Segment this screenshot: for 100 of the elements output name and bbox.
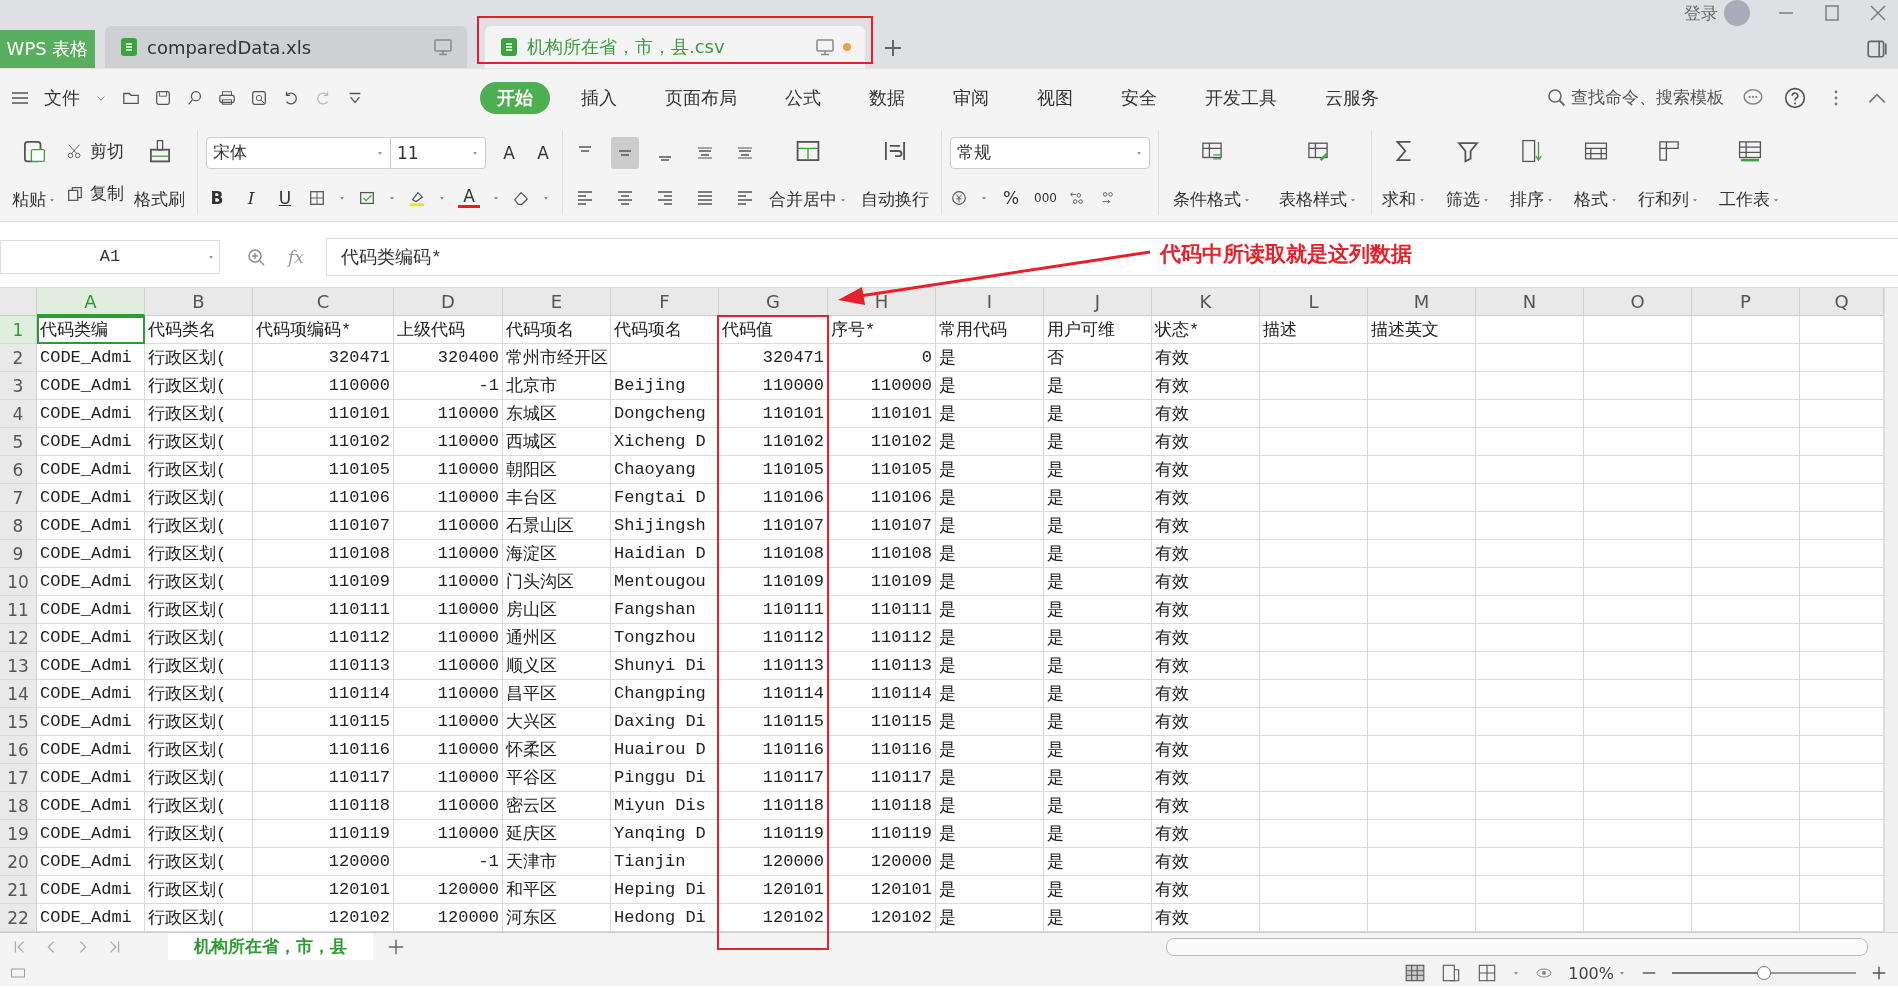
scrollbar[interactable] xyxy=(1166,937,1868,956)
plus-icon[interactable] xyxy=(883,38,903,58)
column-header[interactable]: G xyxy=(719,288,828,316)
sidebar-icon[interactable] xyxy=(1866,38,1888,60)
row-header[interactable]: 21 xyxy=(0,876,37,904)
column-header[interactable]: O xyxy=(1584,288,1692,316)
italic-button[interactable]: I xyxy=(240,188,262,209)
column-header[interactable]: E xyxy=(503,288,611,316)
sheet-tab[interactable]: 机构所在省，市，县 xyxy=(168,933,373,960)
ribbon-tab[interactable]: 审阅 xyxy=(936,81,1006,114)
ribbon-button[interactable]: 表格样式 xyxy=(1275,130,1361,215)
column-header[interactable]: C xyxy=(253,288,394,316)
login-link[interactable]: 登录 xyxy=(1684,1,1718,25)
file-menu[interactable]: 文件 xyxy=(44,85,80,110)
row-header[interactable]: 11 xyxy=(0,596,37,624)
row-header[interactable]: 16 xyxy=(0,736,37,764)
column-header[interactable]: K xyxy=(1152,288,1260,316)
row-header[interactable]: 2 xyxy=(0,344,37,372)
document-tab[interactable]: comparedData.xls xyxy=(105,26,467,68)
row-header[interactable]: 18 xyxy=(0,792,37,820)
ribbon-button[interactable]: 求和 xyxy=(1378,130,1430,215)
ribbon-button[interactable]: 合并居中 xyxy=(765,130,851,215)
column-header[interactable]: Q xyxy=(1800,288,1884,316)
ribbon-button[interactable]: 格式 xyxy=(1570,130,1622,215)
help-icon[interactable] xyxy=(1784,86,1806,109)
ribbon-tab[interactable]: 安全 xyxy=(1104,81,1174,114)
row-header[interactable]: 20 xyxy=(0,848,37,876)
row-header[interactable]: 8 xyxy=(0,512,37,540)
add-sheet-icon[interactable] xyxy=(387,937,405,956)
font-color-button[interactable]: A xyxy=(458,188,480,209)
name-box[interactable]: A1 xyxy=(0,239,220,274)
border-icon[interactable] xyxy=(308,189,326,208)
zoom-slider[interactable] xyxy=(1672,966,1856,980)
underline-button[interactable]: U xyxy=(274,188,296,209)
cut-button[interactable]: 剪切 xyxy=(66,139,124,163)
copy-button[interactable]: 复制 xyxy=(66,182,124,206)
thousands-button[interactable]: 000 xyxy=(1034,191,1056,206)
column-header[interactable]: M xyxy=(1368,288,1476,316)
ribbon-button[interactable]: 排序 xyxy=(1506,130,1558,215)
row-header[interactable]: 5 xyxy=(0,428,37,456)
row-header[interactable]: 19 xyxy=(0,820,37,848)
ribbon-button[interactable]: 筛选 xyxy=(1442,130,1494,215)
column-header[interactable]: I xyxy=(936,288,1044,316)
column-header[interactable]: J xyxy=(1044,288,1152,316)
save-icon[interactable] xyxy=(154,88,172,107)
ribbon-button[interactable]: 行和列 xyxy=(1634,130,1703,215)
font-size-select[interactable]: 11 xyxy=(391,136,486,169)
increase-font-button[interactable]: A xyxy=(498,142,520,163)
format-painter-button[interactable]: 格式刷 xyxy=(130,130,189,215)
row-header[interactable]: 17 xyxy=(0,764,37,792)
row-header[interactable]: 9 xyxy=(0,540,37,568)
keyboard-icon[interactable] xyxy=(10,965,26,981)
ribbon-button[interactable]: 工作表 xyxy=(1715,130,1784,215)
ribbon-tab[interactable]: 数据 xyxy=(852,81,922,114)
ribbon-tab[interactable]: 插入 xyxy=(564,81,634,114)
row-header[interactable]: 12 xyxy=(0,624,37,652)
document-tab[interactable]: 机构所在省，市，县.csv xyxy=(485,26,865,68)
scrollbar[interactable] xyxy=(1884,288,1898,932)
row-header[interactable]: 3 xyxy=(0,372,37,400)
column-header[interactable]: D xyxy=(394,288,503,316)
column-header[interactable]: F xyxy=(611,288,719,316)
search-icon[interactable] xyxy=(186,88,204,107)
monitor-icon[interactable] xyxy=(433,37,453,57)
ribbon-tab[interactable]: 公式 xyxy=(768,81,838,114)
slider-thumb[interactable] xyxy=(1757,966,1771,980)
decrease-font-button[interactable]: A xyxy=(532,142,554,163)
ribbon-tab[interactable]: 页面布局 xyxy=(648,81,754,114)
ribbon-tab[interactable]: 视图 xyxy=(1020,81,1090,114)
ribbon-button[interactable]: 条件格式 xyxy=(1169,130,1255,215)
row-header[interactable]: 7 xyxy=(0,484,37,512)
highlight-icon[interactable] xyxy=(408,189,426,208)
ribbon-tab[interactable]: 云服务 xyxy=(1308,81,1396,114)
close-icon[interactable] xyxy=(1868,3,1888,23)
eraser-icon[interactable] xyxy=(512,189,530,208)
percent-button[interactable]: % xyxy=(1000,188,1022,209)
column-header[interactable]: P xyxy=(1692,288,1800,316)
maximize-icon[interactable] xyxy=(1822,3,1842,23)
row-header[interactable]: 10 xyxy=(0,568,37,596)
search-field[interactable]: 查找命令、搜索模板 xyxy=(1547,86,1724,109)
printer-icon[interactable] xyxy=(218,88,236,107)
font-select[interactable]: 宋体 xyxy=(206,136,391,169)
row-header[interactable]: 14 xyxy=(0,680,37,708)
preview-icon[interactable] xyxy=(250,88,268,107)
number-format-select[interactable]: 常规 xyxy=(950,136,1150,169)
row-header[interactable]: 22 xyxy=(0,904,37,932)
monitor-icon[interactable] xyxy=(815,37,835,57)
currency-icon[interactable] xyxy=(950,189,968,208)
column-header[interactable]: B xyxy=(145,288,253,316)
column-header[interactable]: N xyxy=(1476,288,1584,316)
zoom-in-icon[interactable] xyxy=(1870,964,1888,982)
row-header[interactable]: 15 xyxy=(0,708,37,736)
wrap-text-button[interactable]: 自动换行 xyxy=(857,130,933,215)
ribbon-tab[interactable]: 开发工具 xyxy=(1188,81,1294,114)
row-header[interactable]: 13 xyxy=(0,652,37,680)
row-header[interactable]: 6 xyxy=(0,456,37,484)
column-header[interactable]: L xyxy=(1260,288,1368,316)
caret-icon[interactable] xyxy=(1512,969,1521,977)
row-header[interactable]: 4 xyxy=(0,400,37,428)
bold-button[interactable]: B xyxy=(206,188,228,209)
ribbon-button[interactable]: 粘贴 xyxy=(8,130,60,215)
